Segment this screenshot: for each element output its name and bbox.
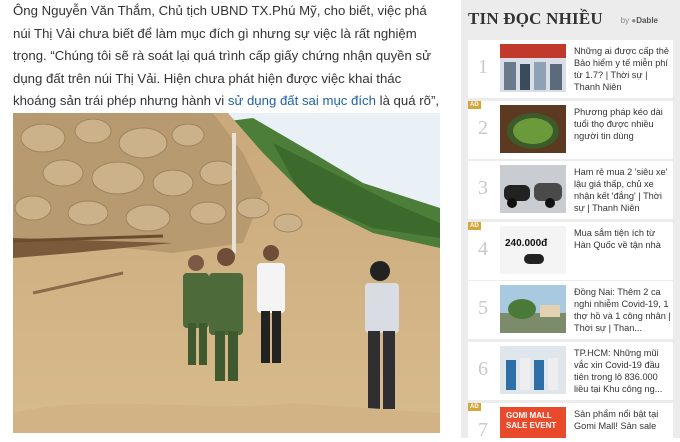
dable-brand: by ●Dable [621, 16, 658, 25]
thumbnail: 240.000đ [500, 226, 566, 274]
rank-number: 3 [478, 177, 488, 199]
rank-number: 4 [478, 238, 488, 260]
thumbnail [500, 44, 566, 92]
list-item[interactable]: 2 AD Phương pháp kéo dài tuổi thọ được n… [468, 101, 673, 159]
thumbnail: GOMI MALL SALE EVENT [500, 407, 566, 438]
sidebar-title: TIN ĐỌC NHIỀU [468, 9, 603, 28]
thumbnail-label: GOMI MALL [506, 411, 552, 420]
thumbnail [500, 165, 566, 213]
list-item[interactable]: 1 Những ai được cấp thẻ Bảo hiểm y tế mi… [468, 40, 673, 98]
article-body: Ông Nguyễn Văn Thắm, Chủ tịch UBND TX.Ph… [0, 0, 455, 438]
most-read-sidebar: TIN ĐỌC NHIỀU by ●Dable 1 Những ai được … [461, 0, 680, 441]
item-title: Đồng Nai: Thêm 2 ca nghi nhiễm Covid-19,… [574, 287, 671, 333]
list-item[interactable]: 5 Đồng Nai: Thêm 2 ca nghi nhiễm Covid-1… [468, 281, 673, 339]
thumbnail-price: 240.000đ [505, 238, 548, 249]
rank-number: 2 [478, 117, 488, 139]
thumbnail-label: SALE EVENT [506, 421, 557, 430]
item-title: Sản phẩm nổi bật tại Gomi Mall! Sản sale [574, 409, 659, 431]
rank-number: 1 [478, 56, 488, 78]
thumbnail [500, 105, 566, 153]
ad-badge: AD [468, 403, 481, 411]
rank-number: 5 [478, 297, 488, 319]
list-item[interactable]: 4 240.000đ AD Mua sắm tiện ích từ Hàn Qu… [468, 222, 673, 280]
item-title: Những ai được cấp thẻ Bảo hiểm y tế miễn… [574, 46, 669, 92]
inline-link[interactable]: sử dụng đất sai mục đích [228, 93, 376, 108]
item-title: Phương pháp kéo dài tuổi thọ được nhiều … [574, 107, 663, 141]
list-item[interactable]: 6 TP.HCM: Những mũi vắc xin Covid-19 đầu… [468, 342, 673, 400]
rank-number: 6 [478, 358, 488, 380]
rank-number: 7 [478, 419, 488, 441]
thumbnail [500, 346, 566, 394]
toggle-icon [524, 254, 544, 264]
brand-name: Dable [636, 16, 658, 25]
item-title: TP.HCM: Những mũi vắc xin Covid-19 đầu t… [574, 348, 663, 394]
ad-badge: AD [468, 222, 481, 230]
ad-badge: AD [468, 101, 481, 109]
item-title: Mua sắm tiện ích từ Hàn Quốc về tận nhà [574, 228, 661, 250]
list-item[interactable]: 3 Ham rẻ mua 2 'siêu xe' lậu giá thấp, c… [468, 161, 673, 219]
thumbnail [500, 285, 566, 333]
item-title: Ham rẻ mua 2 'siêu xe' lậu giá thấp, chủ… [574, 167, 668, 213]
list-item[interactable]: 7 GOMI MALL SALE EVENT AD Sản phẩm nổi b… [468, 403, 673, 441]
article-photo [13, 113, 440, 433]
brand-by: by [620, 16, 630, 25]
